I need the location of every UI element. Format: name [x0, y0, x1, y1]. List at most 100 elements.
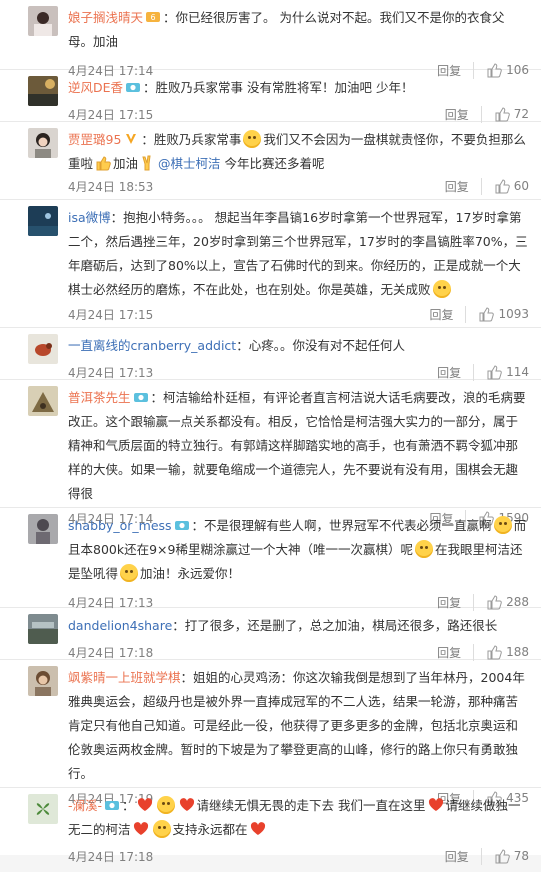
comment-text: 普洱茶先生 ：柯洁输给朴廷桓，有评论者直言柯洁说大话毛病要改，浪的毛病要改正。这个…: [68, 386, 529, 506]
avatar[interactable]: [28, 794, 58, 824]
reply-link[interactable]: 回复: [445, 847, 482, 865]
like-button[interactable]: 114: [486, 364, 529, 380]
comment-content: ：心疼。。你没有对不起任何人: [236, 338, 405, 353]
like-count: 78: [513, 849, 529, 863]
comment-content: ：不是很理解有些人啊，世界冠军不代表必须一直赢啊: [191, 518, 492, 533]
like-count: 72: [513, 107, 529, 121]
like-button[interactable]: 188: [486, 644, 529, 660]
comment-content: ：柯洁输给朴廷桓，有评论者直言柯洁说大话毛病要改，浪的毛病要改正。这个跟输赢一点…: [68, 390, 526, 501]
username[interactable]: 逆风DE香: [68, 80, 123, 95]
thumbs-up-icon: [495, 107, 510, 122]
comment-meta: 4月24日 17:18 回复 78: [68, 840, 529, 872]
avatar[interactable]: [28, 76, 58, 106]
reply-link[interactable]: 回复: [445, 105, 482, 123]
comment-content: 加油: [113, 156, 139, 171]
username[interactable]: 一直离线的cranberry_addict: [68, 338, 236, 353]
username[interactable]: shabby_or_mess: [68, 518, 172, 533]
smile-emoji-icon: [156, 796, 175, 814]
comment-item: -澜溪-：请继续无惧无畏的走下去 我们一直在这里 请继续做独一无二的柯洁 支持永远都…: [0, 788, 541, 868]
timestamp: 4月24日 18:53: [68, 179, 154, 194]
comment-text: shabby_or_mess ：不是很理解有些人啊，世界冠军不代表必须一直赢啊 而且…: [68, 514, 529, 586]
username[interactable]: isa微博: [68, 210, 111, 225]
comment-item: 贾罡璐95 ：胜败乃兵家常事 我们又不会因为一盘棋就责怪你，不要负担那么重啦 加油 @棋…: [0, 122, 541, 200]
timestamp: 4月24日 17:13: [68, 365, 154, 380]
thumbs-up-emoji-icon: [95, 155, 111, 171]
comment-text: isa微博：抱抱小特务。。。 想起当年李昌镐16岁时拿第一个世界冠军，17岁时拿…: [68, 206, 529, 302]
camera-badge-icon: [125, 81, 141, 93]
comment-content: ：胜败乃兵家常事: [141, 132, 242, 147]
avatar[interactable]: [28, 386, 58, 416]
avatar[interactable]: [28, 128, 58, 158]
username[interactable]: -澜溪-: [68, 798, 102, 813]
reply-link[interactable]: 回复: [437, 643, 475, 661]
like-button[interactable]: 60: [494, 178, 529, 194]
mention-link[interactable]: @棋士柯洁: [158, 156, 221, 171]
laugh-emoji-icon: [493, 516, 512, 534]
vip-badge-icon: 6: [145, 11, 161, 23]
heart-icon: [179, 796, 195, 811]
comment-text: -澜溪-：请继续无惧无畏的走下去 我们一直在这里 请继续做独一无二的柯洁 支持永远都…: [68, 794, 529, 842]
comment-content: ：姐姐的心灵鸡汤：你这次输我倒是想到了当年林丹，2004年雅典奥运会，超级丹也是…: [68, 670, 525, 781]
comment-text: dandelion4share：打了很多，还是删了，总之加油，棋局还很多，路还很…: [68, 614, 529, 638]
thumbs-up-icon: [495, 849, 510, 864]
avatar[interactable]: [28, 206, 58, 236]
username[interactable]: 娘子搁浅晴天: [68, 10, 143, 25]
smile-emoji-icon: [120, 564, 139, 582]
username[interactable]: 飒紫晴一上班就学棋: [68, 670, 181, 685]
comment-item: 一直离线的cranberry_addict：心疼。。你没有对不起任何人 4月24…: [0, 328, 541, 381]
smile-emoji-icon: [243, 130, 262, 148]
comment-content: 加油！永远爱你！: [140, 566, 241, 581]
like-count: 188: [506, 645, 529, 659]
comment-content: ：抱抱小特务。。。 想起当年李昌镐16岁时拿第一个世界冠军，17岁时拿第二个，然…: [68, 210, 528, 297]
camera-badge-icon: [174, 519, 190, 531]
comment-item: isa微博：抱抱小特务。。。 想起当年李昌镐16岁时拿第一个世界冠军，17岁时拿…: [0, 200, 541, 328]
comment-content: ：胜败乃兵家常事 没有常胜将军！加油吧 少年！: [143, 80, 414, 95]
comment-text: 贾罡璐95 ：胜败乃兵家常事 我们又不会因为一盘棋就责怪你，不要负担那么重啦 加油 @棋…: [68, 128, 529, 176]
username[interactable]: 普洱茶先生: [68, 390, 131, 405]
comment-item: 逆风DE香 ：胜败乃兵家常事 没有常胜将军！加油吧 少年！ 4月24日 17:15…: [0, 70, 541, 123]
thumbs-up-icon: [495, 179, 510, 194]
avatar[interactable]: [28, 334, 58, 364]
like-button[interactable]: 1093: [478, 306, 529, 322]
avatar[interactable]: [28, 514, 58, 544]
heart-icon: [137, 796, 153, 811]
comment-content: 今年比赛还多着呢: [220, 156, 325, 171]
comment-item: 飒紫晴一上班就学棋：姐姐的心灵鸡汤：你这次输我倒是想到了当年林丹，2004年雅典…: [0, 660, 541, 807]
like-button[interactable]: 72: [494, 106, 529, 122]
comment-meta: 4月24日 17:15 回复 1093: [68, 298, 529, 330]
smile-emoji-icon: [152, 820, 171, 838]
avatar[interactable]: [28, 614, 58, 644]
comment-list: 娘子搁浅晴天 6 ：你已经很厉害了。 为什么说对不起。我们又不是你的衣食父母。加油 …: [0, 0, 541, 865]
comment-text: 飒紫晴一上班就学棋：姐姐的心灵鸡汤：你这次输我倒是想到了当年林丹，2004年雅典…: [68, 666, 529, 786]
avatar[interactable]: [28, 6, 58, 36]
comment-text: 娘子搁浅晴天 6 ：你已经很厉害了。 为什么说对不起。我们又不是你的衣食父母。加油: [68, 6, 529, 54]
like-button[interactable]: 78: [494, 848, 529, 864]
like-count: 60: [513, 179, 529, 193]
username[interactable]: 贾罡璐95: [68, 132, 121, 147]
comment-content: ：打了很多，还是删了，总之加油，棋局还很多，路还很长: [172, 618, 498, 633]
smile-emoji-icon: [432, 280, 451, 298]
avatar[interactable]: [28, 666, 58, 696]
comment-item: dandelion4share：打了很多，还是删了，总之加油，棋局还很多，路还很…: [0, 608, 541, 661]
camera-badge-icon: [133, 391, 149, 403]
comment-item: shabby_or_mess ：不是很理解有些人啊，世界冠军不代表必须一直赢啊 而且…: [0, 508, 541, 611]
timestamp: 4月24日 17:15: [68, 107, 154, 122]
like-count: 288: [506, 595, 529, 609]
timestamp: 4月24日 17:18: [68, 645, 154, 660]
reply-link[interactable]: 回复: [445, 177, 482, 195]
camera-badge-icon: [104, 799, 120, 811]
username[interactable]: dandelion4share: [68, 618, 172, 633]
comment-item: 普洱茶先生 ：柯洁输给朴廷桓，有评论者直言柯洁说大话毛病要改，浪的毛病要改正。这个…: [0, 380, 541, 527]
thumbs-up-icon: [487, 365, 502, 380]
timestamp: 4月24日 17:18: [68, 849, 154, 864]
comment-text: 一直离线的cranberry_addict：心疼。。你没有对不起任何人: [68, 334, 529, 358]
thumbs-up-icon: [479, 307, 495, 322]
verified-v-icon: [123, 133, 139, 145]
reply-link[interactable]: 回复: [437, 363, 475, 381]
like-count: 1093: [498, 307, 529, 321]
reply-link[interactable]: 回复: [429, 305, 467, 323]
comment-item: 娘子搁浅晴天 6 ：你已经很厉害了。 为什么说对不起。我们又不是你的衣食父母。加油 …: [0, 0, 541, 79]
comment-text: 逆风DE香 ：胜败乃兵家常事 没有常胜将军！加油吧 少年！: [68, 76, 529, 100]
victory-hand-icon: [140, 155, 156, 171]
timestamp: 4月24日 17:15: [68, 307, 154, 322]
